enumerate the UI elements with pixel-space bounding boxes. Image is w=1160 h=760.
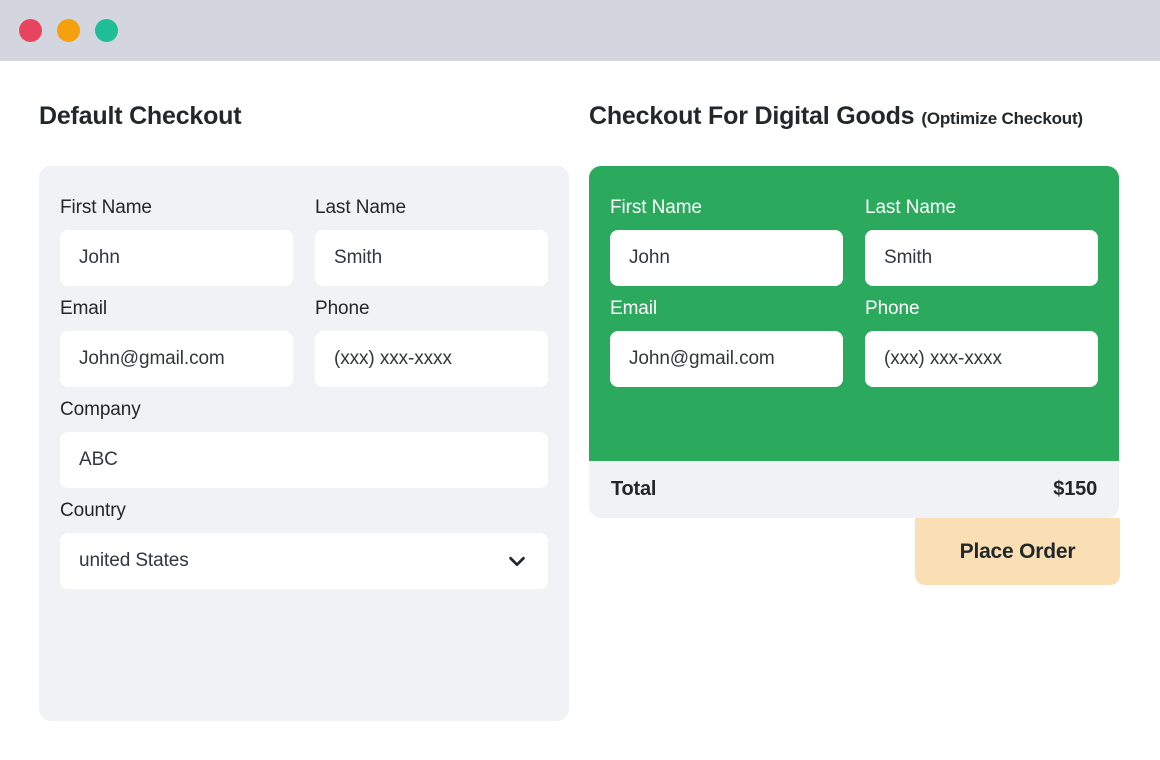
optimized-contact-row: Email John@gmail.com Phone (xxx) xxx-xxx…	[610, 297, 1098, 387]
default-contact-row: Email John@gmail.com Phone (xxx) xxx-xxx…	[60, 297, 548, 387]
traffic-light-group	[19, 19, 118, 42]
optimized-name-row: First Name John Last Name Smith	[610, 197, 1098, 286]
order-total-row: Total $150	[589, 461, 1119, 518]
optimized-first-name-label: First Name	[610, 197, 702, 218]
window-titlebar	[0, 0, 1160, 61]
default-first-name-label: First Name	[60, 197, 152, 218]
optimized-phone-input[interactable]: (xxx) xxx-xxxx	[865, 330, 1098, 387]
default-country-label: Country	[60, 499, 126, 521]
default-phone-label: Phone	[315, 297, 370, 319]
default-company-field: Company ABC	[60, 398, 548, 488]
close-window-button[interactable]	[19, 19, 42, 42]
default-email-input[interactable]: John@gmail.com	[60, 330, 293, 387]
chevron-down-icon	[506, 550, 528, 572]
default-country-selected-value: united States	[79, 549, 189, 571]
default-checkout-title-text: Default Checkout	[39, 102, 242, 130]
default-first-name-field: First Name John	[60, 197, 293, 286]
optimized-phone-label: Phone	[865, 297, 920, 319]
optimized-email-label: Email	[610, 297, 658, 319]
optimized-last-name-label: Last Name	[865, 197, 956, 218]
default-first-name-input[interactable]: John	[60, 229, 293, 286]
default-company-row: Company ABC	[60, 398, 548, 488]
optimized-phone-field: Phone (xxx) xxx-xxxx	[865, 297, 1098, 387]
default-company-input[interactable]: ABC	[60, 431, 548, 488]
place-order-button[interactable]: Place Order	[915, 518, 1120, 585]
default-last-name-label: Last Name	[315, 197, 406, 218]
digital-goods-title-note: (Optimize Checkout)	[921, 109, 1083, 128]
optimized-last-name-input[interactable]: Smith	[865, 229, 1098, 286]
order-total-value: $150	[1053, 478, 1097, 500]
default-last-name-input[interactable]: Smith	[315, 229, 548, 286]
digital-goods-checkout-form: First Name John Last Name Smith Email Jo…	[589, 166, 1119, 461]
default-phone-input[interactable]: (xxx) xxx-xxxx	[315, 330, 548, 387]
optimized-email-field: Email John@gmail.com	[610, 297, 843, 387]
digital-goods-title-text: Checkout For Digital Goods	[589, 102, 915, 130]
default-phone-field: Phone (xxx) xxx-xxxx	[315, 297, 548, 387]
default-email-field: Email John@gmail.com	[60, 297, 293, 387]
optimized-first-name-input[interactable]: John	[610, 229, 843, 286]
digital-goods-checkout-title: Checkout For Digital Goods (Optimize Chec…	[589, 102, 1083, 131]
default-checkout-form: First Name John Last Name Smith Email Jo…	[39, 166, 569, 721]
default-country-row: Country united States	[60, 499, 548, 589]
default-last-name-field: Last Name Smith	[315, 197, 548, 286]
default-country-select[interactable]: united States	[60, 532, 548, 589]
order-total-label: Total	[611, 478, 657, 500]
minimize-window-button[interactable]	[57, 19, 80, 42]
maximize-window-button[interactable]	[95, 19, 118, 42]
default-checkout-title: Default Checkout	[39, 102, 242, 131]
default-email-label: Email	[60, 297, 108, 319]
optimized-first-name-field: First Name John	[610, 197, 843, 286]
default-company-label: Company	[60, 398, 141, 420]
optimized-last-name-field: Last Name Smith	[865, 197, 1098, 286]
default-name-row: First Name John Last Name Smith	[60, 197, 548, 286]
optimized-email-input[interactable]: John@gmail.com	[610, 330, 843, 387]
page-content: Default Checkout Checkout For Digital Go…	[0, 61, 1160, 760]
default-country-field: Country united States	[60, 499, 548, 589]
